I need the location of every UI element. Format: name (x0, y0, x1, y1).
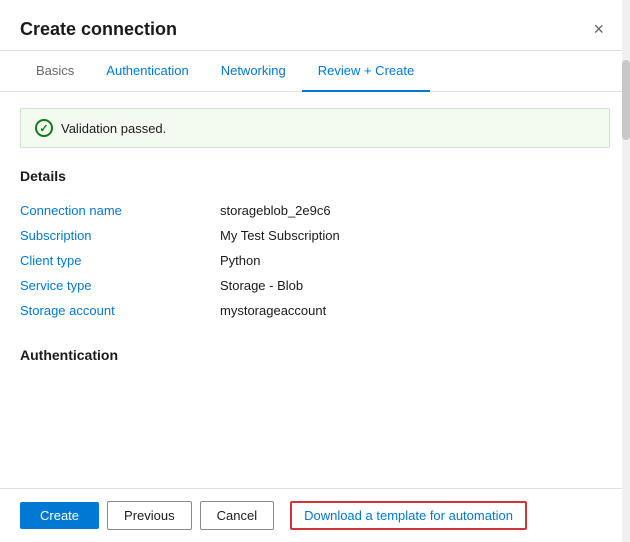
row-value-service-type: Storage - Blob (220, 273, 610, 298)
tab-authentication[interactable]: Authentication (90, 51, 204, 92)
row-value-client-type: Python (220, 248, 610, 273)
dialog-header: Create connection × (0, 0, 630, 51)
tab-review-create[interactable]: Review + Create (302, 51, 430, 92)
check-icon (35, 119, 53, 137)
row-value-storage-account: mystorageaccount (220, 298, 610, 323)
row-label-subscription: Subscription (20, 223, 220, 248)
dialog-title: Create connection (20, 19, 177, 40)
scrollbar-thumb (622, 60, 630, 140)
validation-text: Validation passed. (61, 121, 166, 136)
dialog-footer: Create Previous Cancel Download a templa… (0, 488, 630, 542)
close-icon[interactable]: × (587, 18, 610, 40)
create-button[interactable]: Create (20, 502, 99, 529)
row-value-subscription: My Test Subscription (220, 223, 610, 248)
scrollbar[interactable] (622, 0, 630, 542)
tab-bar: Basics Authentication Networking Review … (0, 51, 630, 92)
dialog-content: Validation passed. Details Connection na… (0, 92, 630, 488)
row-value-connection-name: storageblob_2e9c6 (220, 198, 610, 223)
tab-basics[interactable]: Basics (20, 51, 90, 92)
cancel-button[interactable]: Cancel (200, 501, 274, 530)
details-section-title: Details (20, 168, 610, 184)
tab-networking[interactable]: Networking (205, 51, 302, 92)
table-row: Storage account mystorageaccount (20, 298, 610, 323)
download-template-button[interactable]: Download a template for automation (290, 501, 527, 530)
table-row: Subscription My Test Subscription (20, 223, 610, 248)
previous-button[interactable]: Previous (107, 501, 192, 530)
row-label-client-type: Client type (20, 248, 220, 273)
authentication-section-title: Authentication (20, 347, 610, 363)
row-label-service-type: Service type (20, 273, 220, 298)
details-section: Details Connection name storageblob_2e9c… (20, 168, 610, 323)
details-table: Connection name storageblob_2e9c6 Subscr… (20, 198, 610, 323)
table-row: Service type Storage - Blob (20, 273, 610, 298)
table-row: Client type Python (20, 248, 610, 273)
row-label-connection-name: Connection name (20, 198, 220, 223)
validation-banner: Validation passed. (20, 108, 610, 148)
authentication-section: Authentication (20, 347, 610, 363)
create-connection-dialog: Create connection × Basics Authenticatio… (0, 0, 630, 542)
table-row: Connection name storageblob_2e9c6 (20, 198, 610, 223)
row-label-storage-account: Storage account (20, 298, 220, 323)
